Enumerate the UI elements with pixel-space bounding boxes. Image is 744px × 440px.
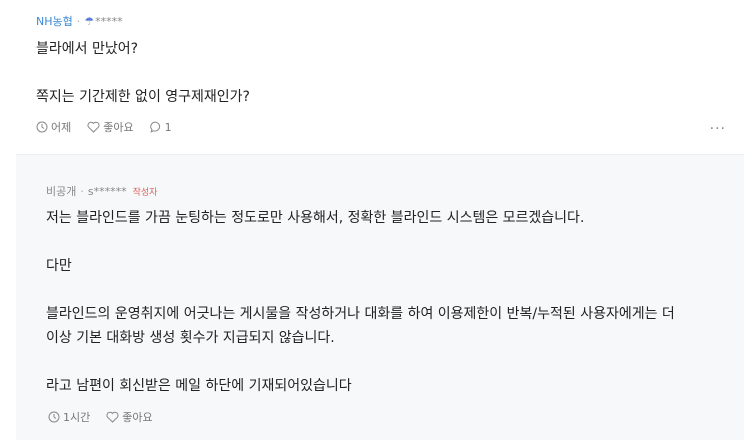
separator-dot: ·	[76, 14, 81, 28]
comment-card: NH농협 · ☂ ***** 블라에서 만났어? 쪽지는 기간제한 없이 영구제…	[0, 0, 744, 154]
comment-author-line: NH농협 · ☂ *****	[36, 13, 123, 29]
reply-author-line: 비공개 · s****** 작성자	[46, 183, 157, 199]
reply-like-button[interactable]: 좋아요	[106, 409, 153, 425]
more-dots-icon[interactable]: ···	[710, 121, 726, 137]
time-stamp: 어제	[36, 119, 71, 135]
masked-nickname: *****	[95, 14, 123, 28]
umbrella-icon: ☂	[84, 14, 95, 28]
separator-dot: ·	[80, 184, 84, 198]
reply-text-line-5: 라고 남편이 회신받은 메일 하단에 기재되어있습니다	[46, 378, 352, 394]
reply-time-label: 1시간	[63, 411, 91, 424]
like-label: 좋아요	[103, 121, 134, 134]
time-label: 어제	[51, 121, 72, 134]
comment-text-line-2: 쪽지는 기간제한 없이 영구제재인가?	[36, 89, 250, 105]
clock-icon	[48, 411, 60, 423]
reply-text-line-4: 이상 기본 대화방 생성 횟수가 지급되지 않습니다.	[46, 330, 335, 346]
company-name[interactable]: NH농협	[36, 13, 73, 29]
reply-masked-nickname: s******	[87, 184, 127, 198]
clock-icon	[36, 121, 48, 133]
speech-bubble-icon	[149, 121, 160, 133]
reply-count: 1	[164, 120, 172, 134]
heart-icon	[106, 411, 119, 423]
reply-card: 비공개 · s****** 작성자 저는 블라인드를 가끔 눈팅하는 정도로만 …	[16, 154, 744, 440]
reply-actions: 1시간 좋아요	[48, 409, 169, 425]
reply-like-label: 좋아요	[122, 411, 153, 424]
heart-icon	[87, 121, 100, 133]
author-tag-badge: 작성자	[132, 187, 158, 198]
reply-time-stamp: 1시간	[48, 409, 90, 425]
reply-text-line-1: 저는 블라인드를 가끔 눈팅하는 정도로만 사용해서, 정확한 블라인드 시스템…	[46, 210, 585, 226]
comment-actions: 어제 좋아요 1	[36, 119, 188, 135]
reply-company-name: 비공개	[46, 185, 77, 198]
reply-count-button[interactable]: 1	[149, 120, 172, 134]
reply-text-line-2: 다만	[46, 258, 72, 274]
like-button[interactable]: 좋아요	[87, 119, 134, 135]
reply-text-line-3: 블라인드의 운영취지에 어긋나는 게시물을 작성하거나 대화를 하여 이용제한이…	[46, 306, 675, 322]
comment-text-line-1: 블라에서 만났어?	[36, 41, 139, 57]
